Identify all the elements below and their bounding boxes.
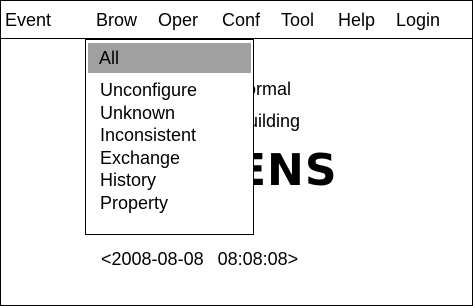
menu-tool[interactable]: Tool [281, 10, 314, 30]
menu-event[interactable]: Event [5, 10, 51, 30]
menu-item-inconsistent[interactable]: Inconsistent [100, 124, 197, 147]
menu-item-exchange[interactable]: Exchange [100, 147, 197, 170]
datetime-display: <2008-08-08 08:08:08> [101, 249, 298, 270]
menu-login[interactable]: Login [396, 10, 440, 30]
time-text: 08:08:08> [217, 249, 299, 269]
menu-item-all-label: All [99, 48, 120, 68]
dropdown-item-list: Unconfigure Unknown Inconsistent Exchang… [100, 79, 197, 214]
menu-conf[interactable]: Conf [222, 10, 260, 30]
menu-item-unknown[interactable]: Unknown [100, 102, 197, 125]
menu-oper[interactable]: Oper [158, 10, 198, 30]
menu-bar: Event Brow Oper Conf Tool Help Login [1, 1, 472, 39]
menu-help[interactable]: Help [338, 10, 375, 30]
menu-item-property[interactable]: Property [100, 192, 197, 215]
application-window: Event Brow Oper Conf Tool Help Login nor… [0, 0, 473, 306]
menu-item-history[interactable]: History [100, 169, 197, 192]
date-text: <2008-08-08 [101, 249, 204, 269]
menu-item-unconfigure[interactable]: Unconfigure [100, 79, 197, 102]
menu-item-all[interactable]: All [88, 43, 251, 73]
menu-brow[interactable]: Brow [96, 10, 137, 30]
brow-dropdown-menu: All Unconfigure Unknown Inconsistent Exc… [85, 39, 254, 235]
